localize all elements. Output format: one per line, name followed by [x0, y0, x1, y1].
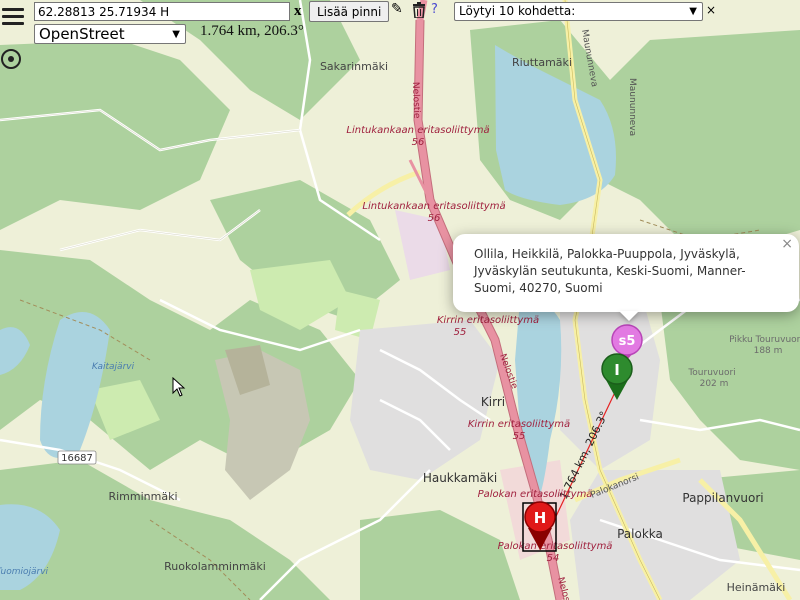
locate-icon[interactable]: [1, 49, 21, 69]
junction-lintukankaan-1-number: 56: [412, 137, 425, 148]
results-close-button[interactable]: ×: [706, 3, 716, 17]
junction-palokan-1: Palokan eritasoliittymä: [478, 489, 593, 500]
trash-icon[interactable]: [412, 2, 426, 18]
junction-kirrin-2: Kirrin eritasoliittymä: [468, 419, 570, 430]
place-palokka: Palokka: [617, 527, 663, 541]
place-heinamaki: Heinämäki: [727, 581, 786, 594]
clear-button[interactable]: x: [294, 2, 302, 20]
place-pikku-touruvuori-elevation: 188 m: [754, 346, 783, 356]
place-kirri: Kirri: [481, 395, 505, 409]
add-pin-button[interactable]: Lisää pinni: [309, 1, 390, 22]
place-touruvuori-elevation: 202 m: [700, 379, 729, 389]
road-nelostie-1: Nelostie: [410, 82, 421, 119]
popup-address-text: Ollila, Heikkilä, Palokka-Puuppola, Jyvä…: [474, 247, 746, 295]
svg-text:16687: 16687: [61, 453, 93, 464]
coordinate-input[interactable]: [34, 2, 290, 21]
menu-button[interactable]: [0, 4, 26, 40]
place-riuttamaki: Riuttamäki: [512, 56, 572, 69]
place-ruokolamminmaki: Ruokolamminmäki: [164, 560, 266, 573]
place-pikku-touruvuori: Pikku Touruvuori: [729, 335, 800, 345]
results-select-label: Löytyi 10 kohdetta:: [459, 4, 576, 18]
marker-i-label: I: [614, 361, 620, 379]
road-maununneva-2: Maununneva: [627, 78, 637, 136]
layer-select-label: OpenStreet: [39, 25, 125, 43]
place-tuomiojarvi: Tuomiojärvi: [0, 567, 49, 577]
place-haukkamaki: Haukkamäki: [423, 471, 497, 485]
layer-select[interactable]: OpenStreet ▼: [34, 24, 186, 44]
place-touruvuori: Touruvuori: [687, 368, 735, 378]
junction-lintukankaan-1: Lintukankaan eritasoliittymä: [346, 125, 489, 136]
place-rimminmaki: Rimminmäki: [108, 490, 177, 503]
junction-lintukankaan-2: Lintukankaan eritasoliittymä: [362, 201, 505, 212]
junction-kirrin-2-number: 55: [513, 431, 526, 442]
help-icon[interactable]: ?: [431, 2, 438, 17]
menu-icon-bar: [2, 8, 24, 11]
junction-palokan-2-number: 54: [547, 553, 560, 564]
place-kaitajarvi: Kaitajärvi: [92, 362, 135, 372]
mouse-cursor-icon: [172, 377, 186, 397]
junction-kirrin-1: Kirrin eritasoliittymä: [437, 315, 539, 326]
pencil-icon[interactable]: ✎: [391, 1, 403, 17]
menu-icon-bar: [2, 22, 24, 25]
marker-s5-label: s5: [619, 334, 636, 349]
popup-close-button[interactable]: ×: [781, 236, 793, 252]
chevron-down-icon: ▼: [172, 29, 180, 40]
menu-icon-bar: [2, 15, 24, 18]
address-popup: Ollila, Heikkilä, Palokka-Puuppola, Jyvä…: [453, 234, 799, 312]
road-shield-16687: 16687: [57, 450, 97, 465]
junction-lintukankaan-2-number: 56: [428, 213, 441, 224]
chevron-down-icon: ▼: [689, 6, 697, 17]
results-select[interactable]: Löytyi 10 kohdetta: ▼: [454, 2, 703, 21]
distance-readout: 1.764 km, 206.3°: [200, 23, 304, 39]
marker-h-label: H: [534, 509, 547, 527]
place-sakarinmaki: Sakarinmäki: [320, 60, 388, 73]
popup-tip: [619, 311, 639, 321]
place-pappilanvuori: Pappilanvuori: [682, 491, 763, 505]
junction-kirrin-1-number: 55: [454, 327, 467, 338]
